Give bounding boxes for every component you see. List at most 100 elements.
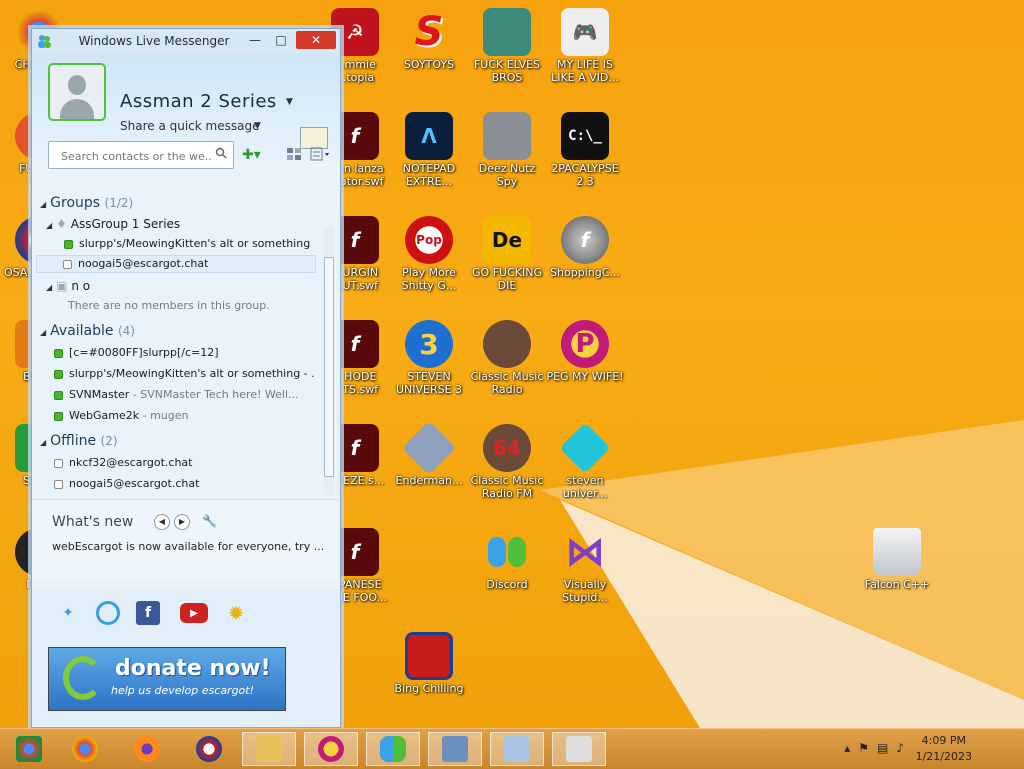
desktop-icon-popcap[interactable]: Pop Play More Shitty G... xyxy=(390,216,468,292)
facebook-icon[interactable]: f xyxy=(136,601,160,625)
maximize-button[interactable]: □ xyxy=(268,31,294,49)
list-item[interactable]: SVNMaster - SVNMaster Tech here! Well... xyxy=(54,388,299,401)
online-status-icon xyxy=(54,369,63,379)
obama-logo-icon xyxy=(196,736,222,762)
taskbar-app-program[interactable] xyxy=(552,732,606,766)
list-item[interactable]: [c=#0080FF]slurpp[/c=12] xyxy=(54,346,219,359)
desktop-icon-visual-studio[interactable]: ⋈ Visually Stupid... xyxy=(546,528,624,604)
flash-player-icon: f xyxy=(561,216,609,264)
scrollbar[interactable] xyxy=(324,227,334,495)
desktop-icon-enderman[interactable]: Enderman... xyxy=(390,420,468,487)
taskbar-app-peggle[interactable] xyxy=(304,732,358,766)
display-name[interactable]: Assman 2 Series xyxy=(120,91,277,112)
desktop-icon-classic-music-radio[interactable]: Classic Music Radio xyxy=(468,320,546,396)
desktop-icon-my-life[interactable]: 🎮 MY LIFE IS LIKE A VID... xyxy=(546,8,624,84)
donate-banner[interactable]: donate now! help us develop escargot! xyxy=(48,647,286,711)
taskbar-app-keyboard[interactable] xyxy=(428,732,482,766)
msn-butterfly-icon[interactable]: ✦ xyxy=(56,601,80,625)
desktop-icon-label: GO FUCKING DIE xyxy=(472,266,542,292)
search-input[interactable] xyxy=(59,144,213,168)
list-item[interactable]: nkcf32@escargot.chat xyxy=(54,456,192,469)
online-status-icon xyxy=(54,390,63,400)
desktop-icon-label: MY LIFE IS LIKE A VID... xyxy=(551,58,619,84)
scroll-thumb[interactable] xyxy=(324,257,334,477)
add-contact-icon[interactable]: ✚▾ xyxy=(242,147,261,163)
diamond-file-icon xyxy=(401,420,457,476)
search-icon[interactable] xyxy=(215,147,227,159)
taskbar-app-messenger[interactable] xyxy=(366,732,420,766)
chevron-down-icon[interactable]: ▼ xyxy=(286,97,293,107)
chrome-icon xyxy=(72,736,98,762)
options-icon[interactable] xyxy=(310,147,332,161)
desktop-icon-peg-my-wife[interactable]: P PEG MY WIFE! xyxy=(546,320,624,383)
group-icon: ▣ xyxy=(56,279,68,293)
system-tray[interactable]: ▴⚑▤♪ xyxy=(844,741,912,755)
desktop-icon-steven-universe-3[interactable]: 3 STEVEN UNIVERSE 3 xyxy=(390,320,468,396)
elf-icon xyxy=(483,8,531,56)
messenger-buddies-icon xyxy=(483,528,531,576)
desktop-icon-bing-chilling[interactable]: Bing Chilling xyxy=(390,632,468,695)
portrait-icon xyxy=(483,320,531,368)
desktop-icon-soytoys[interactable]: S SOYTOYS xyxy=(390,8,468,71)
desktop-icon-go-die[interactable]: De GO FUCKING DIE xyxy=(468,216,546,292)
group-no[interactable]: ◢ ▣ n o xyxy=(46,279,90,293)
title-bar[interactable]: Windows Live Messenger — □ ✕ xyxy=(32,29,340,53)
list-item-selected[interactable]: noogai5@escargot.chat xyxy=(36,255,316,273)
list-item[interactable]: slurpp's/MeowingKitten's alt or somethin… xyxy=(64,237,310,250)
previous-icon[interactable]: ◀ xyxy=(154,514,170,530)
clock[interactable]: 4:09 PM 1/21/2023 xyxy=(916,733,972,765)
desktop-icon-fuck-elves-bros[interactable]: FUCK ELVES BROS xyxy=(468,8,546,84)
chevron-down-icon[interactable]: ▼ xyxy=(254,121,261,131)
youtube-icon[interactable]: ▶ xyxy=(180,603,208,623)
desktop-icon-label: Deez Nutz Spy xyxy=(478,162,536,188)
notepad-extreme-icon: Λ xyxy=(405,112,453,160)
group-assgroup[interactable]: ◢ ♦ AssGroup 1 Series xyxy=(46,217,180,231)
contact-list: ◢ Groups (1/2) ◢ ♦ AssGroup 1 Series slurp… xyxy=(32,189,322,490)
list-item[interactable]: slurpp's/MeowingKitten's alt or somethin… xyxy=(54,367,315,380)
desktop-icon-classic-music-radio-fm[interactable]: 64 Classic Music Radio FM xyxy=(468,424,546,500)
desktop-icon-steven-universe[interactable]: steven univer... xyxy=(546,422,624,500)
sun-icon[interactable]: ✹ xyxy=(224,601,248,625)
desktop-icon-discord[interactable]: Discord xyxy=(468,528,546,591)
desktop-icon-label: NOTEPAD EXTRE... xyxy=(402,162,456,188)
footer: ✦ f ▶ ✹ donate now! help us develop esca… xyxy=(32,589,338,727)
desktop-icon-2pacalypse[interactable]: C:\_ 2PACALYPSE 2.3 xyxy=(546,112,624,188)
escargot-icon[interactable] xyxy=(96,601,120,625)
window-title: Windows Live Messenger xyxy=(78,34,230,48)
list-item[interactable]: noogai5@escargot.chat xyxy=(54,477,199,490)
close-button[interactable]: ✕ xyxy=(296,31,336,49)
offline-header[interactable]: ◢ Offline (2) xyxy=(40,433,118,449)
quick-message[interactable]: Share a quick message xyxy=(120,119,259,133)
minimize-button[interactable]: — xyxy=(242,31,268,49)
offline-status-icon xyxy=(54,458,63,468)
whats-new-text[interactable]: webEscargot is now available for everyon… xyxy=(52,540,332,553)
groups-header[interactable]: ◢ Groups (1/2) xyxy=(40,195,133,211)
taskbar-app-chrome[interactable] xyxy=(58,732,112,766)
app-icon xyxy=(16,736,42,762)
wrench-icon[interactable]: 🔧 xyxy=(202,514,217,528)
next-icon[interactable]: ▶ xyxy=(174,514,190,530)
escargot-logo-icon xyxy=(63,656,103,700)
desktop-icon-label: Discord xyxy=(486,578,528,591)
taskbar-app-obama[interactable] xyxy=(182,732,236,766)
available-header[interactable]: ◢ Available (4) xyxy=(40,323,135,339)
taskbar-app-explorer[interactable] xyxy=(242,732,296,766)
list-item[interactable]: WebGame2k - mugen xyxy=(54,409,188,422)
search-box[interactable] xyxy=(48,141,234,169)
s-logo-icon: S xyxy=(414,9,444,55)
whats-new-title: What's new xyxy=(52,514,134,530)
layout-icon[interactable] xyxy=(286,147,302,161)
taskbar-app-monitor[interactable] xyxy=(490,732,544,766)
desktop-icon-label: SOYTOYS xyxy=(403,58,455,71)
taskbar-app-firefox[interactable] xyxy=(120,732,174,766)
windows-stack-icon xyxy=(483,112,531,160)
desktop-icon-falcon[interactable]: Falcon C++ xyxy=(858,528,936,591)
taskbar-app-chrome-variant[interactable] xyxy=(2,732,56,766)
donate-subtitle: help us develop escargot! xyxy=(111,684,255,697)
desktop-icon-deez-nutz-spy[interactable]: Deez Nutz Spy xyxy=(468,112,546,188)
desktop-icon-label: Classic Music Radio xyxy=(470,370,544,396)
program-box-icon xyxy=(405,632,453,680)
avatar[interactable] xyxy=(48,63,106,121)
desktop-icon-notepad-extreme[interactable]: Λ NOTEPAD EXTRE... xyxy=(390,112,468,188)
desktop-icon-shopping[interactable]: f ShoppingC... xyxy=(546,216,624,279)
